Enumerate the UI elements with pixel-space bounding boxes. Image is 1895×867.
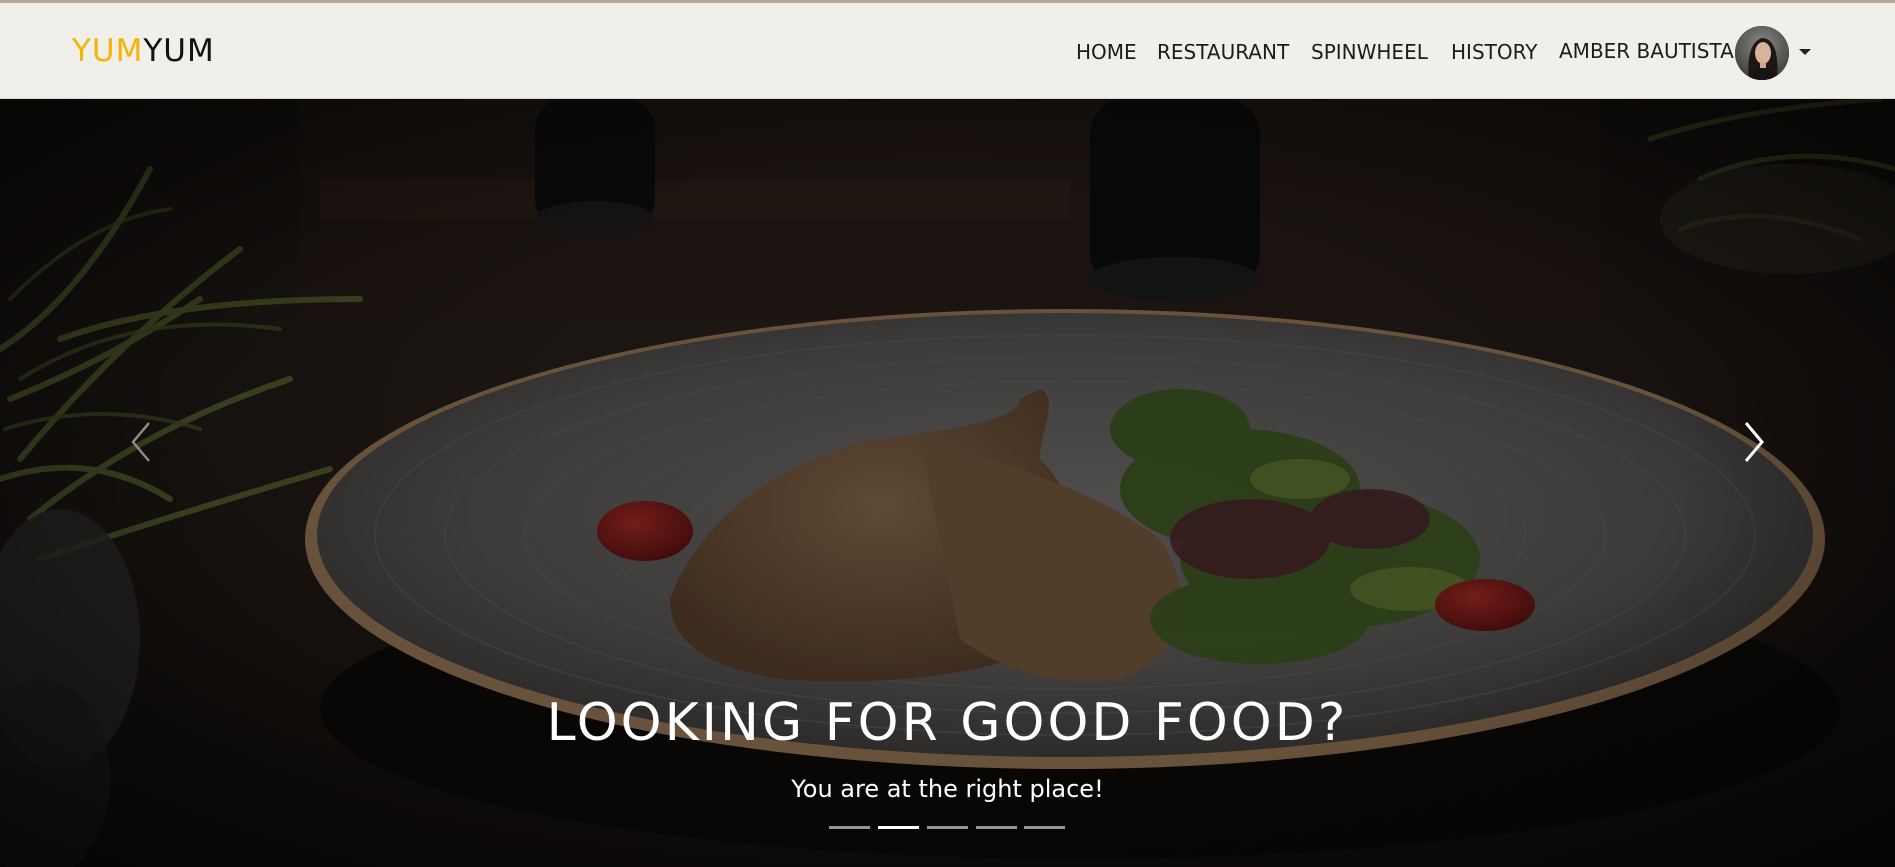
user-name[interactable]: AMBER BAUTISTA bbox=[1559, 39, 1734, 63]
nav-history-link[interactable]: HISTORY bbox=[1451, 40, 1537, 64]
carousel-next-button[interactable] bbox=[1732, 417, 1772, 467]
hero-carousel: LOOKING FOR GOOD FOOD? You are at the ri… bbox=[0, 99, 1895, 867]
hero-subtitle: You are at the right place! bbox=[791, 775, 1104, 803]
nav-spinwheel-link[interactable]: SPINWHEEL bbox=[1311, 40, 1428, 64]
brand-logo-part2: YUM bbox=[143, 33, 215, 69]
carousel-indicator-1[interactable] bbox=[829, 826, 870, 829]
carousel-prev-button[interactable] bbox=[123, 417, 163, 467]
brand-logo[interactable]: YUMYUM bbox=[72, 33, 215, 69]
chevron-left-icon bbox=[131, 422, 150, 462]
user-avatar[interactable] bbox=[1735, 26, 1789, 80]
nav-home-link[interactable]: HOME bbox=[1076, 40, 1137, 64]
hero-title: LOOKING FOR GOOD FOOD? bbox=[546, 693, 1349, 753]
brand-logo-part1: YUM bbox=[72, 33, 144, 69]
caret-down-icon[interactable] bbox=[1799, 49, 1811, 55]
navbar: YUMYUM HOME RESTAURANT SPINWHEEL HISTORY… bbox=[0, 0, 1895, 99]
carousel-indicator-2[interactable] bbox=[878, 826, 919, 829]
carousel-indicator-4[interactable] bbox=[976, 826, 1017, 829]
carousel-indicator-5[interactable] bbox=[1024, 826, 1065, 829]
carousel-indicator-3[interactable] bbox=[927, 826, 968, 829]
chevron-right-icon bbox=[1744, 422, 1764, 462]
nav-restaurant-link[interactable]: RESTAURANT bbox=[1157, 40, 1289, 64]
